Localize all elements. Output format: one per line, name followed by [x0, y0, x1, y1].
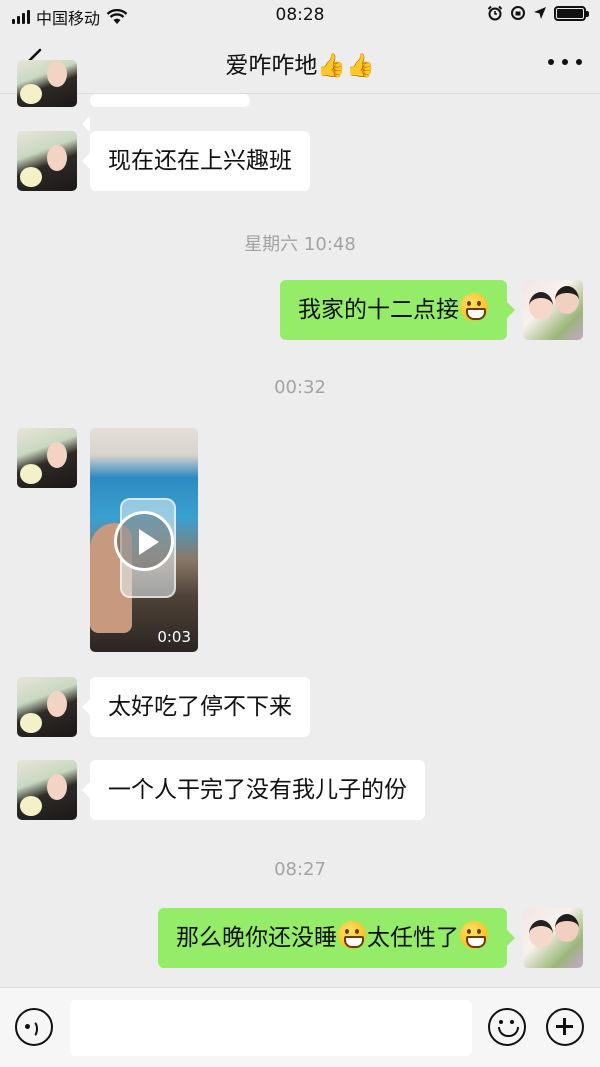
message-text: 太任性了 — [367, 925, 459, 951]
video-message[interactable]: 0:03 — [90, 428, 198, 652]
message-text: 太好吃了停不下来 — [108, 694, 292, 720]
battery-icon — [554, 5, 589, 21]
grin-emoji-icon — [338, 921, 366, 949]
message-text: 我家的十二点接 — [298, 297, 459, 323]
my-avatar[interactable] — [523, 908, 583, 968]
message-text: 一个人干完了没有我儿子的份 — [108, 777, 407, 803]
my-avatar[interactable] — [523, 280, 583, 340]
message-input[interactable] — [70, 1000, 472, 1056]
message-bubble[interactable]: 我家的十二点接 — [280, 280, 515, 340]
message-bubble-partial[interactable] — [82, 94, 250, 132]
chat-header: 爱咋咋地👍👍 — [0, 30, 600, 94]
contact-avatar[interactable] — [17, 60, 77, 107]
message-text: 现在还在上兴趣班 — [108, 148, 292, 174]
play-icon[interactable] — [114, 511, 174, 571]
grin-emoji-icon — [460, 921, 488, 949]
alarm-icon — [487, 5, 503, 21]
voice-icon[interactable] — [15, 1008, 53, 1046]
contact-avatar[interactable] — [17, 760, 77, 820]
location-icon — [534, 7, 546, 19]
more-options-icon[interactable] — [548, 50, 582, 74]
message-bubble[interactable]: 一个人干完了没有我儿子的份 — [82, 760, 425, 820]
chat-title: 爱咋咋地👍👍 — [225, 53, 375, 79]
message-bubble[interactable]: 太好吃了停不下来 — [82, 677, 310, 737]
message-bubble[interactable]: 现在还在上兴趣班 — [82, 131, 310, 191]
plus-icon[interactable] — [546, 1008, 584, 1046]
contact-avatar[interactable] — [17, 131, 77, 191]
emoji-icon[interactable] — [488, 1008, 526, 1046]
input-bar — [0, 987, 600, 1067]
contact-avatar[interactable] — [17, 677, 77, 737]
message-timestamp: 星期六 10:48 — [244, 234, 356, 255]
message-timestamp: 08:27 — [274, 859, 326, 880]
status-bar: 中国移动 08:28 — [0, 0, 600, 30]
message-timestamp: 00:32 — [274, 377, 326, 398]
video-duration: 0:03 — [157, 628, 191, 646]
contact-avatar[interactable] — [17, 428, 77, 488]
rotation-lock-icon — [511, 6, 525, 20]
message-bubble[interactable]: 那么晚你还没睡 太任性了 — [158, 908, 515, 968]
grin-emoji-icon — [460, 293, 488, 321]
message-text: 那么晚你还没睡 — [176, 925, 337, 951]
